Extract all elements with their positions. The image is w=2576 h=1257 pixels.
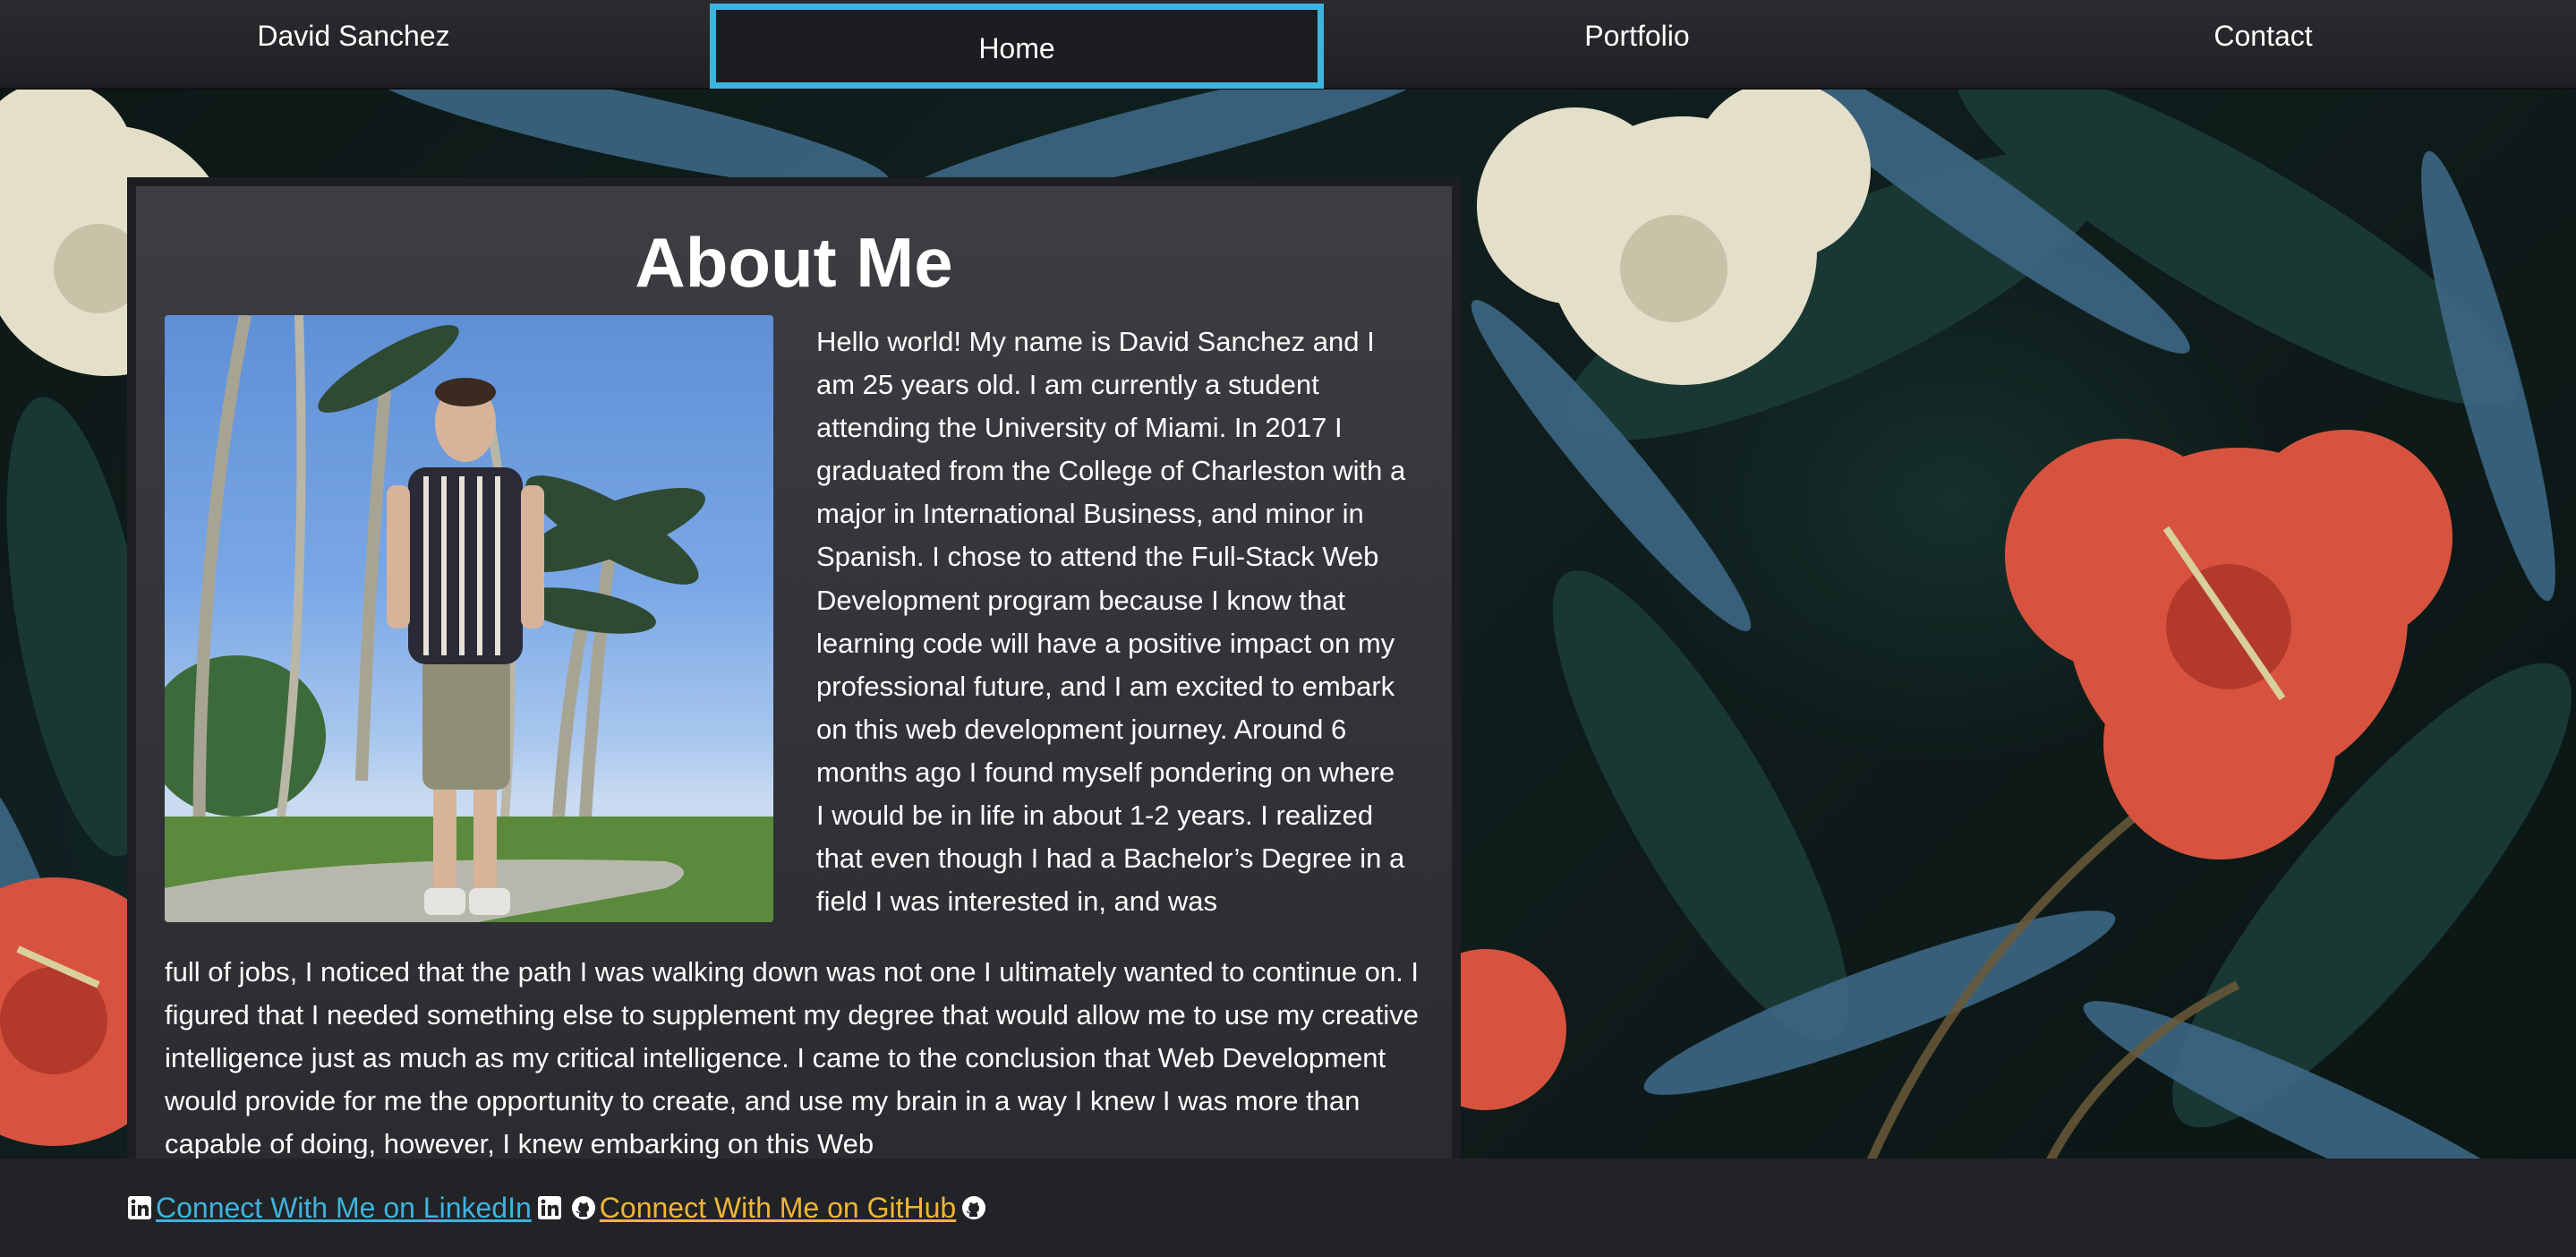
linkedin-icon-trailing — [537, 1195, 562, 1220]
profile-photo-illustration — [165, 315, 773, 922]
nav-item-portfolio[interactable]: Portfolio — [1324, 0, 1950, 90]
footer: Connect With Me on LinkedIn Connect With… — [0, 1159, 2576, 1257]
github-icon — [571, 1195, 596, 1220]
nav-brand[interactable]: David Sanchez — [0, 0, 707, 90]
about-card: About Me Hello world! My name is David S… — [127, 177, 1461, 1216]
about-title: About Me — [635, 223, 953, 302]
linkedin-icon — [127, 1195, 152, 1220]
bio-paragraph-intro: Hello world! My name is David Sanchez an… — [816, 326, 1406, 918]
nav-item-home[interactable]: Home — [710, 4, 1324, 89]
bio-paragraph-continued: full of jobs, I noticed that the path I … — [165, 956, 1419, 1160]
github-icon-trailing — [961, 1195, 986, 1220]
nav-item-contact[interactable]: Contact — [1950, 0, 2576, 90]
github-link[interactable]: Connect With Me on GitHub — [600, 1192, 956, 1225]
profile-photo — [165, 315, 773, 922]
linkedin-link[interactable]: Connect With Me on LinkedIn — [156, 1192, 532, 1225]
top-navbar: David Sanchez Home Portfolio Contact — [0, 0, 2576, 90]
